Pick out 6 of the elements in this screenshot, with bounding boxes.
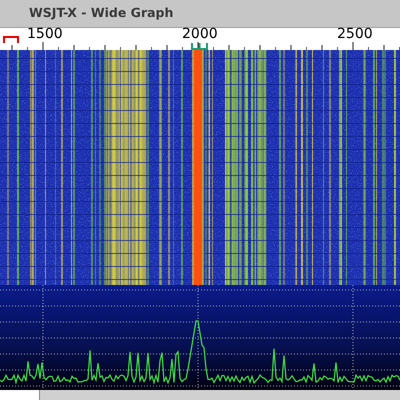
rx-bracket-icon [3,36,19,43]
frequency-label: 2500 [337,28,373,41]
window-title: WSJT-X - Wide Graph [29,4,174,22]
frequency-label: 1500 [27,28,63,41]
tx-bracket-icon [191,42,208,50]
frequency-label: 2000 [182,28,218,41]
